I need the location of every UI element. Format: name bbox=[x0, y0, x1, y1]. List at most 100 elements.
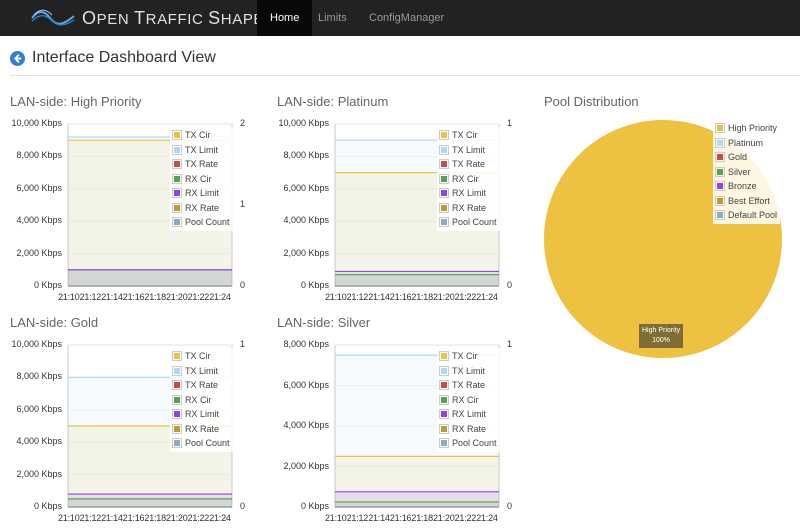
y-tick-label: 6,000 Kbps bbox=[16, 403, 62, 414]
pie-legend-item-platinum[interactable]: Platinum bbox=[715, 136, 777, 151]
x-tick-label: 21:14 bbox=[101, 513, 123, 523]
legend-swatch bbox=[439, 380, 449, 391]
x-tick-label: 21:22 bbox=[187, 513, 210, 523]
legend-item-rx-cir[interactable]: RX Cir bbox=[172, 172, 230, 187]
pie-legend-item-silver[interactable]: Silver bbox=[715, 165, 777, 180]
legend-swatch bbox=[715, 195, 725, 206]
legend-item-rx-limit[interactable]: RX Limit bbox=[172, 407, 230, 422]
legend-item-tx-rate[interactable]: TX Rate bbox=[172, 378, 230, 393]
legend-item-tx-cir[interactable]: TX Cir bbox=[172, 349, 230, 364]
legend-item-rx-limit[interactable]: RX Limit bbox=[439, 186, 497, 201]
brand[interactable]: OPEN TRAFFIC SHAPER bbox=[30, 0, 275, 36]
legend-swatch bbox=[172, 217, 182, 228]
legend-item-rx-cir[interactable]: RX Cir bbox=[172, 393, 230, 408]
legend-label: RX Rate bbox=[452, 202, 487, 213]
legend-label: RX Rate bbox=[185, 202, 220, 213]
y-tick-label: 10,000 Kbps bbox=[11, 118, 62, 128]
legend-label: TX Limit bbox=[452, 365, 486, 376]
x-tick-label: 21:16 bbox=[122, 292, 145, 302]
legend-swatch bbox=[439, 159, 449, 170]
pie-legend-item-default-pool[interactable]: Default Pool bbox=[715, 208, 777, 223]
chart-legend: TX Cir TX Limit TX Rate RX Cir RX Limit RX Ra… bbox=[437, 348, 500, 452]
x-tick-label: 21:24 bbox=[209, 513, 231, 523]
x-tick-label: 21:24 bbox=[476, 513, 498, 523]
y2-tick-label: 0 bbox=[240, 501, 246, 511]
legend-label: Pool Count bbox=[185, 217, 230, 228]
legend-item-tx-rate[interactable]: TX Rate bbox=[439, 157, 497, 172]
x-tick-label: 21:12 bbox=[79, 292, 102, 302]
legend-swatch bbox=[439, 217, 449, 228]
y-tick-label: 6,000 Kbps bbox=[16, 182, 62, 193]
legend-item-rx-cir[interactable]: RX Cir bbox=[439, 172, 497, 187]
pie-legend-item-bronze[interactable]: Bronze bbox=[715, 179, 777, 194]
legend-swatch bbox=[172, 423, 182, 434]
nav-limits[interactable]: Limits bbox=[305, 0, 360, 36]
chart-gold: 10,000 Kbps 8,000 Kbps 6,000 Kbps 4,000 Kbp… bbox=[0, 333, 262, 531]
legend-swatch bbox=[715, 166, 725, 177]
x-tick-label: 21:24 bbox=[476, 292, 498, 302]
nav-configmanager[interactable]: ConfigManager bbox=[356, 0, 457, 36]
legend-swatch bbox=[172, 202, 182, 213]
legend-label: Bronze bbox=[728, 181, 757, 192]
legend-item-tx-limit[interactable]: TX Limit bbox=[439, 364, 497, 379]
y2-tick-label: 0 bbox=[240, 280, 246, 290]
x-tick-label: 21:20 bbox=[166, 513, 188, 523]
legend-label: Pool Count bbox=[452, 217, 497, 228]
legend-swatch bbox=[439, 423, 449, 434]
legend-item-pool-count[interactable]: Pool Count bbox=[439, 215, 497, 230]
legend-item-rx-limit[interactable]: RX Limit bbox=[439, 407, 497, 422]
y-tick-label: 10,000 Kbps bbox=[11, 339, 62, 349]
legend-swatch bbox=[715, 123, 725, 134]
legend-item-rx-rate[interactable]: RX Rate bbox=[172, 201, 230, 216]
legend-label: TX Cir bbox=[452, 130, 478, 141]
x-tick-label: 21:14 bbox=[368, 513, 390, 523]
x-tick-label: 21:12 bbox=[79, 513, 102, 523]
pie-legend-item-high-priority[interactable]: High Priority bbox=[715, 121, 777, 136]
legend-item-tx-limit[interactable]: TX Limit bbox=[172, 364, 230, 379]
legend-swatch bbox=[439, 144, 449, 155]
legend-swatch bbox=[439, 130, 449, 141]
x-tick-label: 21:10 bbox=[58, 292, 80, 302]
pie-slice-label-name: High Priority bbox=[642, 327, 681, 334]
pie-legend: High Priority Platinum Gold Silver Bronze Bes… bbox=[713, 120, 781, 224]
x-tick-label: 21:10 bbox=[325, 292, 347, 302]
legend-swatch bbox=[172, 380, 182, 391]
legend-item-tx-cir[interactable]: TX Cir bbox=[172, 128, 230, 143]
legend-item-pool-count[interactable]: Pool Count bbox=[172, 215, 230, 230]
legend-item-tx-limit[interactable]: TX Limit bbox=[439, 143, 497, 158]
legend-label: RX Limit bbox=[452, 188, 487, 199]
legend-swatch bbox=[439, 351, 449, 362]
legend-item-rx-rate[interactable]: RX Rate bbox=[439, 201, 497, 216]
legend-item-rx-rate[interactable]: RX Rate bbox=[439, 422, 497, 437]
legend-label: RX Limit bbox=[185, 188, 220, 199]
legend-item-tx-cir[interactable]: TX Cir bbox=[439, 128, 497, 143]
legend-item-tx-cir[interactable]: TX Cir bbox=[439, 349, 497, 364]
chart-title-silver: LAN-side: Silver bbox=[277, 315, 371, 330]
legend-item-tx-rate[interactable]: TX Rate bbox=[172, 157, 230, 172]
chart-legend: TX Cir TX Limit TX Rate RX Cir RX Limit RX Ra… bbox=[170, 348, 233, 452]
legend-item-tx-limit[interactable]: TX Limit bbox=[172, 143, 230, 158]
legend-item-pool-count[interactable]: Pool Count bbox=[439, 436, 497, 451]
y-tick-label: 2,000 Kbps bbox=[283, 460, 329, 471]
pie-legend-item-gold[interactable]: Gold bbox=[715, 150, 777, 165]
legend-item-rx-cir[interactable]: RX Cir bbox=[439, 393, 497, 408]
pie-slice-label-value: 100% bbox=[652, 337, 671, 344]
brand-letter-t: T bbox=[134, 7, 146, 28]
legend-item-pool-count[interactable]: Pool Count bbox=[172, 436, 230, 451]
x-tick-label: 21:20 bbox=[433, 292, 455, 302]
x-tick-label: 21:16 bbox=[389, 292, 412, 302]
legend-label: TX Rate bbox=[185, 380, 219, 391]
brand-letter-s: S bbox=[208, 7, 221, 28]
x-tick-label: 21:18 bbox=[411, 292, 433, 302]
legend-item-rx-rate[interactable]: RX Rate bbox=[172, 422, 230, 437]
y-tick-label: 10,000 Kbps bbox=[278, 118, 329, 128]
legend-item-rx-limit[interactable]: RX Limit bbox=[172, 186, 230, 201]
series-area-rx-cir bbox=[68, 498, 232, 507]
legend-swatch bbox=[439, 409, 449, 420]
x-tick-label: 21:18 bbox=[144, 513, 166, 523]
legend-label: Platinum bbox=[728, 137, 764, 148]
back-arrow-icon[interactable] bbox=[10, 51, 25, 66]
legend-label: TX Rate bbox=[185, 159, 219, 170]
legend-item-tx-rate[interactable]: TX Rate bbox=[439, 378, 497, 393]
pie-legend-item-best-effort[interactable]: Best Effort bbox=[715, 194, 777, 209]
